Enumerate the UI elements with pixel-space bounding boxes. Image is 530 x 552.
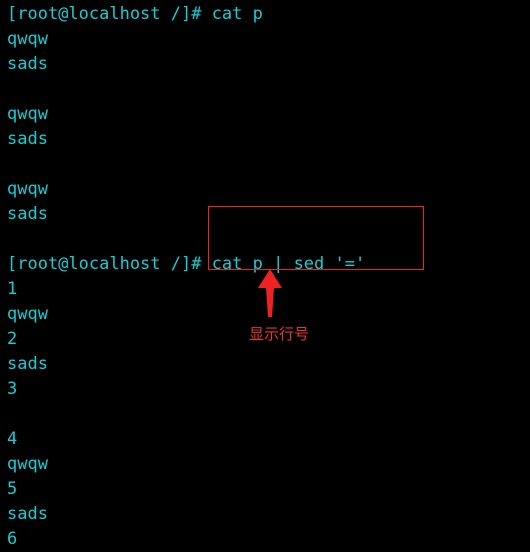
terminal-output-line: sads bbox=[7, 354, 48, 374]
terminal-output-line: qwqw bbox=[7, 304, 48, 324]
terminal-output-line: qwqw bbox=[7, 179, 48, 199]
terminal-output-line: sads bbox=[7, 204, 48, 224]
terminal-output-line: sads bbox=[7, 504, 48, 524]
terminal-output-area[interactable]: [root@localhost /]# cat p qwqw sads qwqw sad… bbox=[0, 0, 530, 552]
terminal-screenshot: [root@localhost /]# cat p qwqw sads qwqw sad… bbox=[0, 0, 530, 552]
terminal-output-line: sads bbox=[7, 129, 48, 149]
terminal-output-line: 6 bbox=[7, 529, 18, 549]
terminal-output-line: 2 bbox=[7, 329, 18, 349]
terminal-output-line: 1 bbox=[7, 279, 18, 299]
terminal-output-line: qwqw bbox=[7, 104, 48, 124]
terminal-output-line: sads bbox=[7, 54, 48, 74]
terminal-output-line: 5 bbox=[7, 479, 18, 499]
terminal-output-line: 4 bbox=[7, 429, 18, 449]
terminal-prompt-line: [root@localhost /]# cat p bbox=[7, 4, 263, 24]
terminal-output-line: 3 bbox=[7, 379, 18, 399]
terminal-output-line: qwqw bbox=[7, 454, 48, 474]
terminal-prompt-line: [root@localhost /]# cat p | sed '=' bbox=[7, 254, 366, 274]
terminal-output-line: qwqw bbox=[7, 29, 48, 49]
